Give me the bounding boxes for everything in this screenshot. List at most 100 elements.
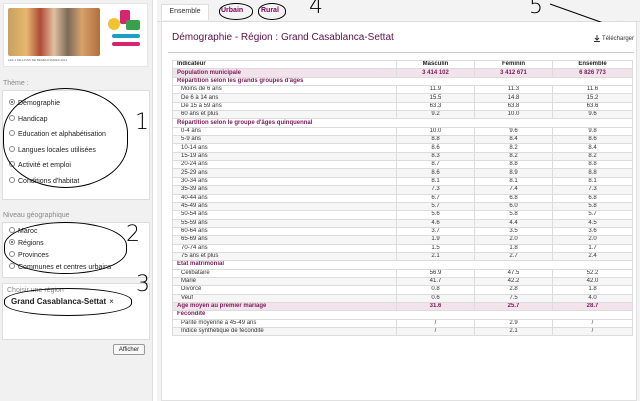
title-divider [168,52,634,53]
masculin-cell: 3 414 102 [396,68,475,78]
masculin-cell: 41.7 [396,276,475,287]
masculin-cell: 8.6 [396,143,475,153]
ensemble-cell: 7.3 [552,185,633,195]
indicator-cell: Âge moyen au premier mariage [172,301,397,312]
feminin-cell: 47.5 [474,268,553,278]
indicator-cell: Parité moyenne à 45-49 ans [172,318,397,329]
ensemble-cell: 15.2 [552,93,633,103]
indicator-cell: 60-64 ans [172,226,397,237]
masculin-cell: 3.7 [396,226,475,237]
radio-button[interactable] [9,99,15,106]
masculin-cell: / [396,326,475,337]
table-row: Parité moyenne à 45-49 ans/2.9/ [172,318,633,329]
indicator-cell: 45-49 ans [172,201,397,212]
feminin-cell: 7.5 [474,293,553,303]
feminin-cell: 1.8 [474,243,553,253]
table-row: Célibataire 56.9 47.5 52.2 [172,268,633,278]
indicator-cell: 5-9 ans [172,135,397,145]
feminin-cell: 5.8 [474,210,553,220]
ensemble-cell: 2.0 [552,235,633,245]
masculin-cell: 10.0 [396,126,475,137]
feminin-cell: 8.4 [474,135,553,145]
ensemble-cell: 1.7 [552,243,633,253]
download-link[interactable]: Télécharger [594,35,634,42]
annotation-number-5: 5 [529,0,543,19]
feminin-cell: 2.0 [474,235,553,245]
indicator-cell: Divorcé [172,285,397,295]
feminin-cell: 2.8 [474,285,553,295]
table-row: Divorcé 0.8 2.8 1.8 [172,285,633,295]
indicators-table: Indicateur Masculin Féminin Ensemble Pop… [172,59,633,337]
ensemble-cell: 9.8 [552,126,633,137]
main-area: Ensemble Urbain Rural 4 5 Démographie - … [157,0,640,401]
table-row: 5-9 ans 8.8 8.4 8.6 [172,135,633,145]
feminin-cell: 3 412 671 [474,68,553,78]
table-row: De 15 à 59 ans 63.3 63.8 63.6 [172,101,633,112]
theme-title: Thème : [3,80,29,87]
section-label: Répartition selon le groupe d'âges quinq… [172,118,633,128]
indicator-cell: 10-14 ans [172,143,397,153]
table-row: 65-69 ans 1.9 2.0 2.0 [172,235,633,245]
ensemble-cell: 5.7 [552,210,633,220]
table-row: 25-29 ans 8.6 8.9 8.8 [172,168,633,178]
ensemble-cell: 4.0 [552,293,633,303]
ensemble-cell: 8.1 [552,176,633,187]
ensemble-cell: 28.7 [552,301,633,312]
ensemble-cell: 8.2 [552,151,633,162]
table-row: Moins de 6 ans 11.9 11.3 11.6 [172,85,633,95]
ensemble-cell: 42.0 [552,276,633,287]
afficher-button[interactable]: Afficher [113,344,145,355]
table-row: Indice synthétique de fécondité/2.1/ [172,326,633,337]
col-header: Féminin [474,59,553,70]
annotation-number-2: 2 [126,222,140,247]
ensemble-cell: 2.4 [552,251,633,262]
col-header: Indicateur [172,59,397,70]
masculin-cell: 1.9 [396,235,475,245]
table-row: 50-54 ans 5.6 5.8 5.7 [172,210,633,220]
table-section-row: Fécondité [172,310,633,320]
masculin-cell: 5.7 [396,201,475,212]
annotation-number-4: 4 [309,0,323,19]
radio-button[interactable] [9,263,15,270]
logo: LES 1 MILLIONS DE BÉNÉFICIAIRES 2014 [3,3,148,67]
table-row: 35-39 ans 7.3 7.4 7.3 [172,185,633,195]
feminin-cell: 8.8 [474,160,553,170]
indicator-cell: Indice synthétique de fécondité [172,326,397,337]
annotation-circle-geo [4,222,127,274]
ensemble-cell: 52.2 [552,268,633,278]
indicator-cell: 50-54 ans [172,210,397,220]
logo-emblem [104,8,144,60]
indicator-cell: Moins de 6 ans [172,85,397,95]
feminin-cell: 9.6 [474,126,553,137]
feminin-cell: 2.1 [474,326,553,337]
table-section-row: État matrimonial [172,260,633,270]
masculin-cell: 4.6 [396,218,475,228]
ensemble-cell: 1.8 [552,285,633,295]
table-row: 15-19 ans 8.3 8.2 8.2 [172,151,633,162]
ensemble-cell: / [552,318,633,329]
table-row: 40-44 ans 6.7 6.8 6.8 [172,193,633,203]
feminin-cell: 8.2 [474,151,553,162]
ensemble-cell: 9.6 [552,110,633,120]
table-section-row: Répartition selon le groupe d'âges quinq… [172,118,633,128]
indicator-cell: De 15 à 59 ans [172,101,397,112]
table-row: Veuf 0.6 7.5 4.0 [172,293,633,303]
feminin-cell: 6.0 [474,201,553,212]
table-row: 75 ans et plus 2.1 2.7 2.4 [172,251,633,262]
indicator-cell: 35-39 ans [172,185,397,195]
indicator-cell: Veuf [172,293,397,303]
indicator-cell: 15-19 ans [172,151,397,162]
feminin-cell: 2.9 [474,318,553,329]
masculin-cell: 8.8 [396,135,475,145]
feminin-cell: 10.0 [474,110,553,120]
radio-button[interactable] [9,176,15,183]
geo-title: Niveau géographique [3,212,70,219]
table-row: 0-4 ans 10.0 9.6 9.8 [172,126,633,137]
annotation-circle-urbain [219,3,253,20]
ensemble-cell: 5.8 [552,201,633,212]
tab-ensemble[interactable]: Ensemble [161,4,209,20]
table-section-row: Répartition selon les grands groupes d'â… [172,76,633,87]
masculin-cell: 56.9 [396,268,475,278]
ensemble-cell: 6 826 773 [552,68,633,78]
feminin-cell: 63.8 [474,101,553,112]
